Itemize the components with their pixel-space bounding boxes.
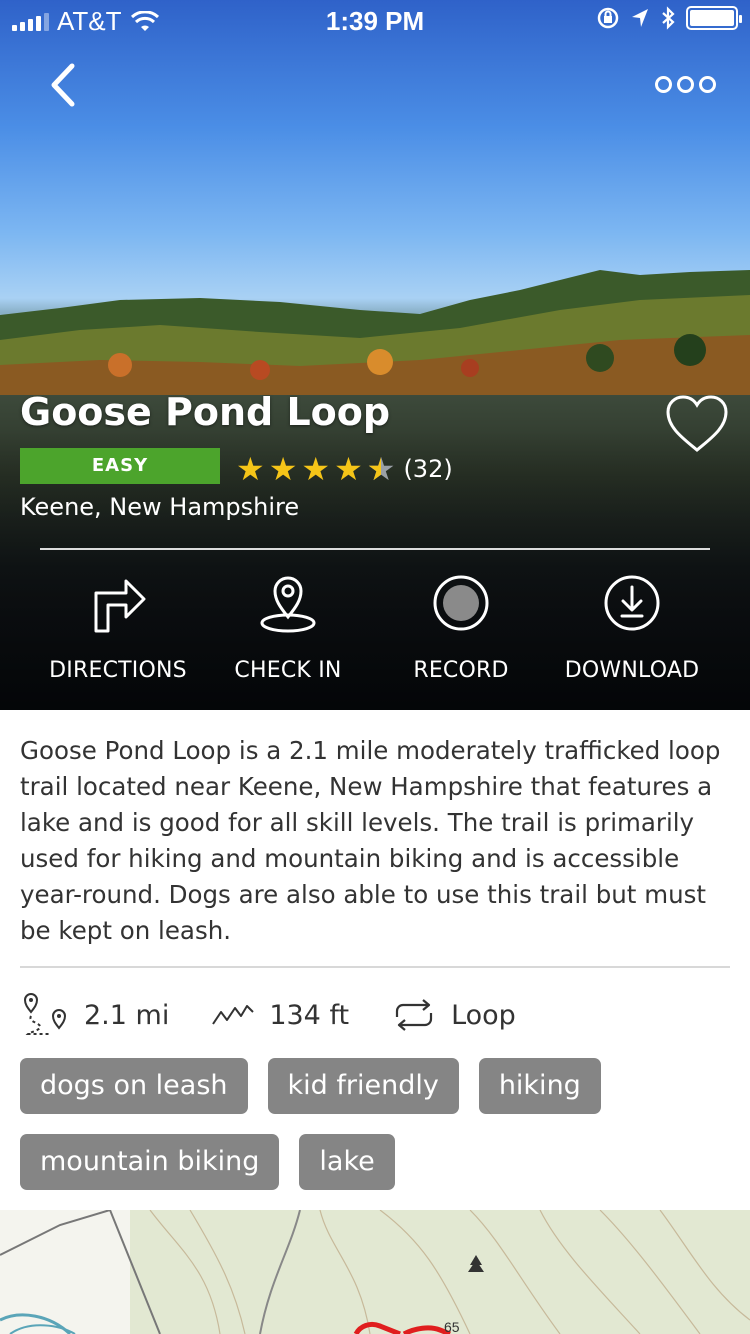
directions-icon <box>94 579 146 633</box>
more-dot-icon <box>699 75 716 93</box>
star-rating: ★ ★ ★ ★ ★ (32) <box>236 450 453 488</box>
status-bar: AT&T 1:39 PM <box>0 0 750 40</box>
download-icon <box>604 575 660 631</box>
distance-value: 2.1 mi <box>84 999 170 1031</box>
divider <box>40 548 710 550</box>
tag-chip[interactable]: dogs on leash <box>20 1058 248 1114</box>
star-icon: ★ <box>334 450 363 488</box>
check-in-label: CHECK IN <box>234 658 342 683</box>
record-icon <box>433 575 489 631</box>
trail-title: Goose Pond Loop <box>20 390 391 434</box>
heart-icon <box>666 395 728 452</box>
elevation-icon <box>212 1005 255 1025</box>
more-options-button[interactable] <box>655 66 719 102</box>
more-dot-icon <box>655 75 672 93</box>
more-dot-icon <box>677 75 694 93</box>
check-in-button[interactable]: CHECK IN <box>198 568 378 683</box>
star-icon: ★ <box>236 450 265 488</box>
location-pin-icon <box>260 576 316 633</box>
location-arrow-icon <box>632 9 648 27</box>
action-bar: DIRECTIONS CHECK IN RECORD DOWNLOAD <box>0 568 750 698</box>
tag-chip[interactable]: hiking <box>478 1058 601 1114</box>
trail-stats: 2.1 mi 134 ft Loop <box>20 990 558 1040</box>
chevron-left-icon <box>51 63 75 107</box>
trail-map-preview[interactable]: 65 <box>0 1210 750 1334</box>
trail-location: Keene, New Hampshire <box>20 493 300 521</box>
review-count[interactable]: (32) <box>403 455 452 483</box>
distance-stat: 2.1 mi <box>20 992 169 1038</box>
directions-label: DIRECTIONS <box>49 658 187 683</box>
record-button[interactable]: RECORD <box>371 568 551 683</box>
svg-text:65: 65 <box>444 1319 460 1334</box>
orientation-lock-icon <box>597 7 619 29</box>
route-type-value: Loop <box>451 999 516 1031</box>
forest-treeline <box>0 270 750 410</box>
difficulty-badge: EASY <box>20 448 220 484</box>
star-icon: ★ <box>301 450 331 488</box>
elevation-value: 134 ft <box>269 999 350 1031</box>
topo-map: 65 <box>0 1210 750 1334</box>
tag-chip[interactable]: lake <box>299 1134 395 1190</box>
tag-chip[interactable]: kid friendly <box>267 1058 459 1114</box>
star-icon: ★ <box>268 450 298 488</box>
half-star-icon: ★ <box>367 450 396 488</box>
bluetooth-icon <box>662 6 675 30</box>
download-label: DOWNLOAD <box>564 658 700 683</box>
divider <box>20 966 730 968</box>
elevation-stat: 134 ft <box>211 1000 349 1031</box>
back-button[interactable] <box>40 60 90 110</box>
route-type-stat: Loop <box>391 997 516 1033</box>
record-label: RECORD <box>413 658 509 683</box>
route-distance-icon <box>23 993 67 1035</box>
favorite-button[interactable] <box>664 394 730 454</box>
battery-icon <box>686 6 742 30</box>
download-button[interactable]: DOWNLOAD <box>542 568 722 683</box>
trail-tags: dogs on leash kid friendly hiking mounta… <box>20 1058 730 1210</box>
trail-description: Goose Pond Loop is a 2.1 mile moderately… <box>20 736 721 945</box>
tag-chip[interactable]: mountain biking <box>20 1134 280 1190</box>
directions-button[interactable]: DIRECTIONS <box>28 568 208 683</box>
loop-icon <box>395 999 433 1031</box>
